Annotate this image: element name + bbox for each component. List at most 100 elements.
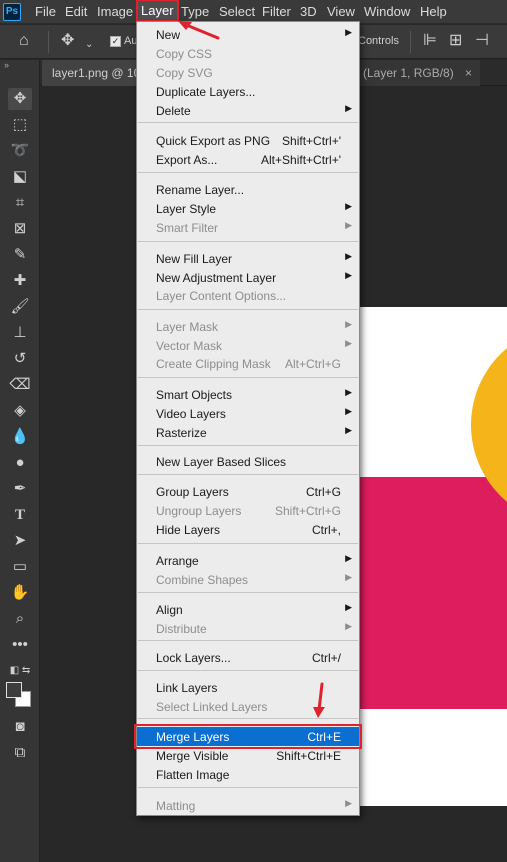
options-divider — [410, 31, 411, 53]
menu-item-label: Flatten Image — [156, 768, 230, 782]
document-tab[interactable]: (Layer 1, RGB/8) × — [355, 60, 481, 86]
clone-stamp-tool-icon[interactable]: ⊥ — [8, 322, 32, 344]
menu-separator — [138, 670, 358, 671]
menu-item-shortcut: Shift+Ctrl+G — [274, 504, 341, 518]
menu-item-label: Distribute — [156, 622, 207, 636]
zoom-tool-icon[interactable]: ⌕ — [8, 608, 32, 630]
menu-item-label: Copy SVG — [156, 66, 213, 80]
submenu-arrow-icon: ▶ — [345, 270, 352, 280]
healing-brush-tool-icon[interactable]: ✚ — [8, 270, 32, 292]
align-center-icon[interactable]: ⊞ — [449, 33, 462, 49]
home-icon[interactable]: ⌂ — [19, 33, 29, 49]
eyedropper-tool-icon[interactable]: ✎ — [8, 244, 32, 266]
menu-item-label: New Layer Based Slices — [156, 455, 287, 469]
document-tab-label: (Layer 1, RGB/8) — [363, 66, 454, 80]
auto-select-checkbox[interactable]: ✓ — [110, 36, 121, 47]
menu-item-label: Layer Style — [156, 202, 217, 216]
menu-item-rename-layer[interactable]: Rename Layer... — [137, 180, 359, 199]
marquee-tool-icon[interactable]: ⬚ — [8, 114, 32, 136]
menu-item-vector-mask: Vector Mask ▶ — [137, 336, 359, 355]
submenu-arrow-icon: ▶ — [345, 338, 352, 348]
pen-tool-icon[interactable]: ✒ — [8, 478, 32, 500]
menu-window[interactable]: Window — [364, 4, 410, 19]
menu-item-export-as[interactable]: Export As... Alt+Shift+Ctrl+' — [137, 150, 359, 169]
hand-tool-icon[interactable]: ✋ — [8, 582, 32, 604]
submenu-arrow-icon: ▶ — [345, 406, 352, 416]
menu-item-hide-layers[interactable]: Hide Layers Ctrl+, — [137, 520, 359, 539]
align-left-icon[interactable]: ⊫ — [423, 33, 437, 49]
annotation-arrow-icon — [313, 682, 325, 718]
options-divider — [48, 31, 49, 53]
menu-item-duplicate-layers[interactable]: Duplicate Layers... — [137, 82, 359, 101]
menu-item-layer-style[interactable]: Layer Style ▶ — [137, 199, 359, 218]
object-selection-tool-icon[interactable]: ⬕ — [8, 166, 32, 188]
menu-item-label: Layer Content Options... — [156, 289, 287, 303]
brush-tool-icon[interactable]: 🖌 — [8, 296, 32, 318]
foreground-color-swatch[interactable] — [6, 682, 22, 698]
menu-separator — [138, 309, 358, 310]
menu-view[interactable]: View — [327, 4, 355, 19]
menu-3d[interactable]: 3D — [300, 4, 317, 19]
menu-item-smart-objects[interactable]: Smart Objects ▶ — [137, 385, 359, 404]
menu-item-merge-visible[interactable]: Merge Visible Shift+Ctrl+E — [137, 746, 359, 765]
photoshop-logo-icon[interactable]: Ps — [3, 3, 21, 21]
screen-mode-icon[interactable]: ⧉ — [8, 742, 32, 764]
path-selection-tool-icon[interactable]: ➤ — [8, 530, 32, 552]
menu-item-label: Hide Layers — [156, 523, 221, 537]
menu-help[interactable]: Help — [420, 4, 447, 19]
close-icon[interactable]: × — [465, 66, 472, 80]
paint-bucket-tool-icon[interactable]: ◈ — [8, 400, 32, 422]
expand-toolbox-icon[interactable]: » — [0, 60, 40, 72]
align-right-icon[interactable]: ⊣ — [475, 33, 489, 49]
menu-item-group-layers[interactable]: Group Layers Ctrl+G — [137, 482, 359, 501]
menu-item-shortcut: Ctrl+, — [311, 523, 341, 537]
menu-item-label: Delete — [156, 104, 191, 118]
menu-item-label: Quick Export as PNG — [156, 134, 271, 148]
move-tool-icon[interactable]: ✥ — [8, 88, 32, 110]
menu-separator — [138, 592, 358, 593]
menu-file[interactable]: File — [35, 4, 56, 19]
menu-item-new-fill-layer[interactable]: New Fill Layer ▶ — [137, 249, 359, 268]
lasso-tool-icon[interactable]: ➰ — [8, 140, 32, 162]
menu-image[interactable]: Image — [97, 4, 133, 19]
swap-colors-icon[interactable]: ◧ ⇆ — [8, 660, 32, 682]
menu-filter[interactable]: Filter — [262, 4, 291, 19]
menu-item-lock-layers[interactable]: Lock Layers... Ctrl+/ — [137, 648, 359, 667]
submenu-arrow-icon: ▶ — [345, 103, 352, 113]
menu-item-combine-shapes: Combine Shapes ▶ — [137, 570, 359, 589]
menu-edit[interactable]: Edit — [65, 4, 87, 19]
menu-item-smart-filter: Smart Filter ▶ — [137, 218, 359, 237]
document-tab[interactable]: layer1.png @ 10 — [42, 60, 151, 86]
submenu-arrow-icon: ▶ — [345, 319, 352, 329]
blur-tool-icon[interactable]: 💧 — [8, 426, 32, 448]
menu-item-align[interactable]: Align ▶ — [137, 600, 359, 619]
menu-separator — [138, 543, 358, 544]
menu-item-quick-export-as-png[interactable]: Quick Export as PNG Shift+Ctrl+' — [137, 131, 359, 150]
menu-item-delete[interactable]: Delete ▶ — [137, 101, 359, 120]
menu-item-rasterize[interactable]: Rasterize ▶ — [137, 423, 359, 442]
document-canvas[interactable] — [359, 307, 507, 806]
frame-tool-icon[interactable]: ⊠ — [8, 218, 32, 240]
menu-item-video-layers[interactable]: Video Layers ▶ — [137, 404, 359, 423]
more-tools-icon[interactable]: ••• — [8, 634, 32, 656]
dodge-tool-icon[interactable]: ● — [8, 452, 32, 474]
menu-item-label: Combine Shapes — [156, 573, 249, 587]
menu-item-label: Merge Visible — [156, 749, 229, 763]
quick-mask-icon[interactable]: ◙ — [8, 716, 32, 738]
rectangle-tool-icon[interactable]: ▭ — [8, 556, 32, 578]
history-brush-tool-icon[interactable]: ↺ — [8, 348, 32, 370]
menu-item-new-layer-based-slices[interactable]: New Layer Based Slices — [137, 452, 359, 471]
chevron-down-icon[interactable]: ⌄ — [85, 37, 93, 53]
menu-item-ungroup-layers: Ungroup Layers Shift+Ctrl+G — [137, 501, 359, 520]
type-tool-icon[interactable]: T — [8, 504, 32, 526]
move-tool-icon[interactable]: ✥ — [61, 33, 74, 49]
crop-tool-icon[interactable]: ⌗ — [8, 192, 32, 214]
menu-item-flatten-image[interactable]: Flatten Image — [137, 765, 359, 784]
menu-item-merge-layers[interactable]: Merge Layers Ctrl+E — [134, 724, 362, 749]
pink-rectangle-shape — [359, 477, 507, 709]
eraser-tool-icon[interactable]: ⌫ — [8, 374, 32, 396]
menu-item-arrange[interactable]: Arrange ▶ — [137, 551, 359, 570]
menu-item-label: Layer Mask — [156, 320, 219, 334]
menu-item-label: Ungroup Layers — [156, 504, 242, 518]
menu-item-new-adjustment-layer[interactable]: New Adjustment Layer ▶ — [137, 268, 359, 287]
